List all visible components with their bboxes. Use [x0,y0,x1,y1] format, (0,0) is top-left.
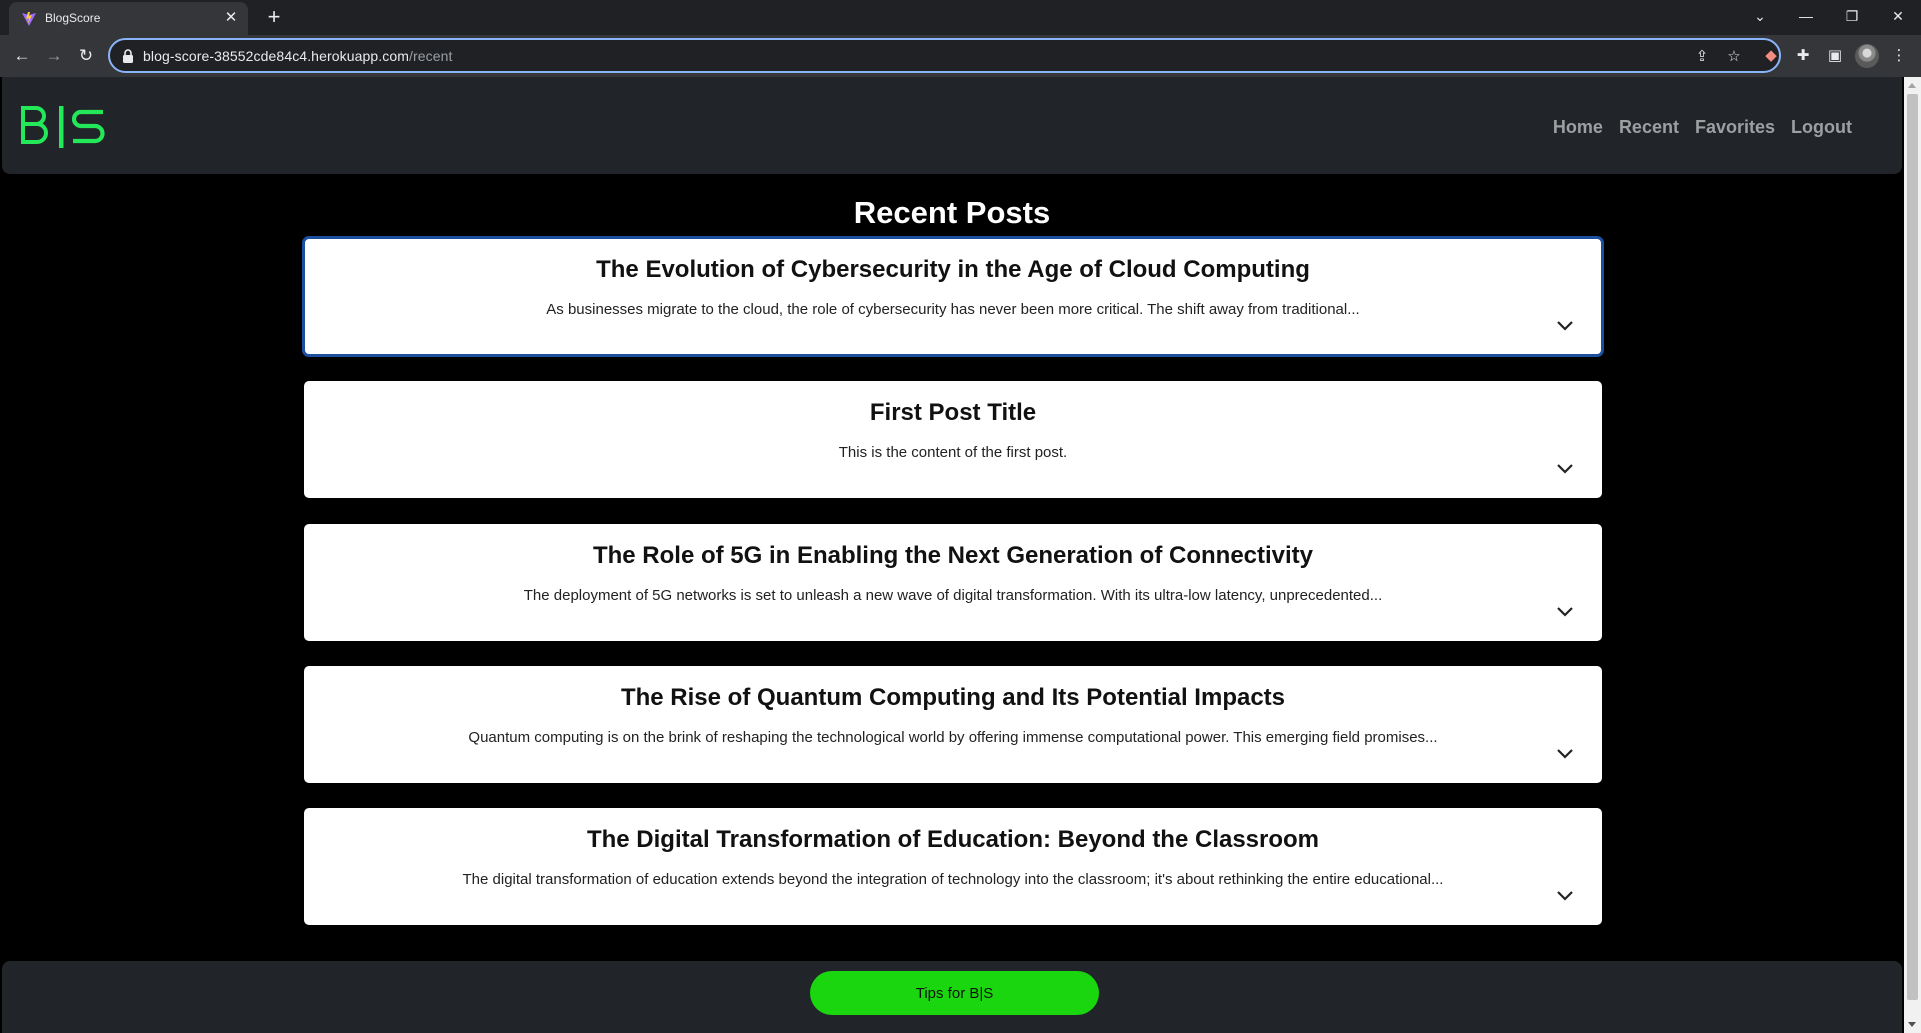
scroll-down-icon[interactable] [1908,1022,1916,1027]
restore-icon[interactable]: ❐ [1829,2,1875,30]
nav-link-home[interactable]: Home [1553,117,1603,138]
post-card[interactable]: First Post Title This is the content of … [304,381,1602,498]
tips-button[interactable]: Tips for B|S [810,971,1099,1015]
page-scrollbar[interactable] [1904,77,1921,1033]
expand-chevron-icon[interactable] [1556,890,1574,902]
url-host: blog-score-38552cde84c4.herokuapp.com [143,48,409,64]
site-footer: Tips for B|S [2,961,1902,1033]
nav-link-logout[interactable]: Logout [1791,117,1852,138]
bookmark-star-icon[interactable]: ☆ [1723,46,1745,68]
post-title: The Role of 5G in Enabling the Next Gene… [592,542,1314,569]
back-icon[interactable]: ← [8,42,36,70]
post-card[interactable]: The Role of 5G in Enabling the Next Gene… [304,524,1602,641]
tab-title: BlogScore [45,11,101,25]
share-icon[interactable]: ⇪ [1691,46,1713,68]
post-excerpt: This is the content of the first post. [838,444,1068,461]
new-tab-icon[interactable]: + [261,5,287,31]
post-card[interactable]: The Digital Transformation of Education:… [304,808,1602,925]
extension-record-icon[interactable]: ◆ [1759,44,1783,68]
post-card[interactable]: The Evolution of Cybersecurity in the Ag… [302,236,1604,357]
post-title: First Post Title [869,399,1037,426]
lock-icon [123,49,133,63]
post-excerpt: The deployment of 5G networks is set to … [523,587,1383,604]
vite-favicon-icon [22,12,36,26]
nav-links: Home Recent Favorites Logout [1553,117,1852,138]
expand-chevron-icon[interactable] [1556,748,1574,760]
post-title: The Digital Transformation of Education:… [586,826,1320,853]
address-bar[interactable]: blog-score-38552cde84c4.herokuapp.com/re… [108,38,1781,73]
url-text: blog-score-38552cde84c4.herokuapp.com/re… [143,48,452,64]
minimize-icon[interactable]: — [1783,2,1829,30]
tab-search-icon[interactable]: ⌄ [1737,2,1783,30]
browser-menu-icon[interactable]: ⋮ [1887,44,1911,68]
post-excerpt: As businesses migrate to the cloud, the … [546,301,1360,318]
tab-close-icon[interactable]: ✕ [222,9,240,27]
scroll-up-icon[interactable] [1908,83,1916,88]
post-title: The Rise of Quantum Computing and Its Po… [620,684,1286,711]
url-path: /recent [408,48,453,64]
forward-icon[interactable]: → [40,42,68,70]
scroll-thumb[interactable] [1907,94,1918,1000]
post-title: The Evolution of Cybersecurity in the Ag… [596,256,1310,283]
page-title: Recent Posts [853,195,1051,230]
nav-link-favorites[interactable]: Favorites [1695,117,1775,138]
close-window-icon[interactable]: ✕ [1875,2,1921,30]
post-card[interactable]: The Rise of Quantum Computing and Its Po… [304,666,1602,783]
site-logo[interactable] [21,106,107,148]
browser-toolbar: ← → ↻ blog-score-38552cde84c4.herokuapp.… [0,35,1921,77]
profile-avatar[interactable] [1855,44,1879,68]
page-viewport: Home Recent Favorites Logout Recent Post… [0,77,1904,1033]
site-navbar: Home Recent Favorites Logout [2,77,1902,174]
nav-link-recent[interactable]: Recent [1619,117,1679,138]
expand-chevron-icon[interactable] [1556,463,1574,475]
extensions-puzzle-icon[interactable]: ✚ [1791,44,1815,68]
reload-icon[interactable]: ↻ [72,42,100,70]
side-panel-icon[interactable]: ▣ [1823,44,1847,68]
expand-chevron-icon[interactable] [1556,606,1574,618]
browser-tabstrip: BlogScore ✕ + ⌄ — ❐ ✕ [0,0,1921,35]
expand-chevron-icon[interactable] [1556,320,1574,332]
post-excerpt: The digital transformation of education … [462,871,1444,888]
post-excerpt: Quantum computing is on the brink of res… [468,729,1438,746]
browser-tab[interactable]: BlogScore ✕ [9,2,248,35]
